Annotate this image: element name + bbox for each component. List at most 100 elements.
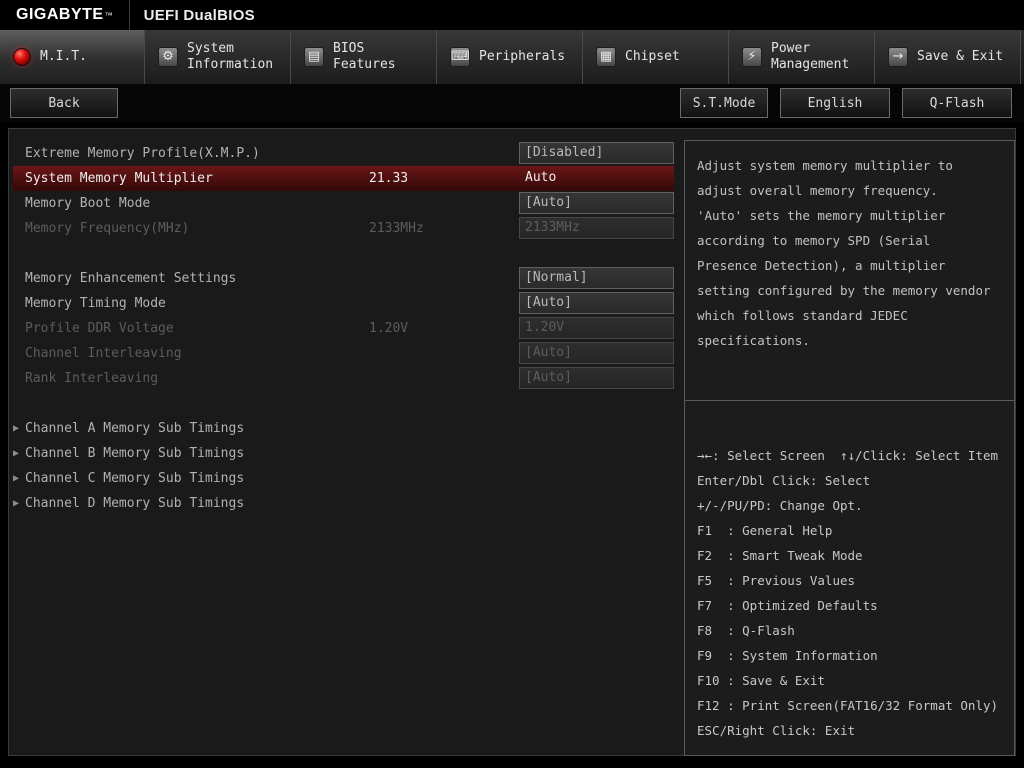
setting-row-rank-interleaving[interactable]: Rank Interleaving [Auto] bbox=[13, 366, 674, 391]
peripherals-icon: ⌨ bbox=[450, 47, 470, 67]
tab-label: Power Management bbox=[771, 41, 850, 72]
setting-row-profile-ddr-voltage[interactable]: Profile DDR Voltage 1.20V 1.20V bbox=[13, 316, 674, 341]
save-exit-icon: → bbox=[888, 47, 908, 67]
setting-label: Memory Timing Mode bbox=[25, 296, 166, 311]
row-spacer bbox=[13, 241, 674, 266]
setting-value-box[interactable]: 2133MHz bbox=[519, 217, 674, 239]
back-button[interactable]: Back bbox=[10, 88, 118, 118]
setting-row-memory-enhancement-settings[interactable]: Memory Enhancement Settings [Normal] bbox=[13, 266, 674, 291]
tab-peripherals[interactable]: ⌨ Peripherals bbox=[437, 30, 583, 84]
submenu-row-channel-c-memory-sub-timings[interactable]: ▶ Channel C Memory Sub Timings bbox=[13, 466, 674, 491]
tab-label: M.I.T. bbox=[40, 49, 87, 64]
toolbar: Back S.T.Mode English Q-Flash bbox=[0, 84, 1024, 122]
shortcut-line: F5 : Previous Values bbox=[697, 573, 856, 588]
submenu-arrow-icon: ▶ bbox=[13, 423, 20, 434]
st-mode-button[interactable]: S.T.Mode bbox=[680, 88, 768, 118]
tab-save-exit[interactable]: → Save & Exit bbox=[875, 30, 1021, 84]
shortcut-line: F1 : General Help bbox=[697, 523, 833, 538]
setting-current-value: 21.33 bbox=[369, 171, 409, 186]
toolbar-right-group: S.T.Mode English Q-Flash bbox=[680, 88, 1012, 118]
shortcut-line: Enter/Dbl Click: Select bbox=[697, 473, 871, 488]
tab-mit[interactable]: M.I.T. bbox=[0, 30, 145, 84]
shortcut-line: →←: Select Screen ↑↓/Click: Select Item bbox=[697, 448, 999, 463]
submenu-row-channel-d-memory-sub-timings[interactable]: ▶ Channel D Memory Sub Timings bbox=[13, 491, 674, 516]
mit-orb-icon bbox=[13, 48, 31, 66]
shortcut-line: F12 : Print Screen(FAT16/32 Format Only) bbox=[697, 698, 999, 713]
submenu-row-channel-b-memory-sub-timings[interactable]: ▶ Channel B Memory Sub Timings bbox=[13, 441, 674, 466]
setting-value-box[interactable]: [Auto] bbox=[519, 192, 674, 214]
shortcut-line: F7 : Optimized Defaults bbox=[697, 598, 878, 613]
setting-value-box[interactable]: 1.20V bbox=[519, 317, 674, 339]
help-text: Adjust system memory multiplier to adjus… bbox=[685, 141, 1014, 401]
shortcut-line: F8 : Q-Flash bbox=[697, 623, 795, 638]
setting-label: Memory Enhancement Settings bbox=[25, 271, 237, 286]
setting-label: Rank Interleaving bbox=[25, 371, 159, 386]
setting-value-wrap: [Auto] bbox=[519, 342, 674, 364]
gigabyte-logo: GIGABYTE bbox=[16, 6, 104, 23]
submenu-arrow-icon: ▶ bbox=[13, 473, 20, 484]
tab-label: System Information bbox=[187, 41, 274, 72]
side-panel: Adjust system memory multiplier to adjus… bbox=[684, 140, 1015, 756]
setting-value-wrap: [Auto] bbox=[519, 292, 674, 314]
setting-label: Memory Boot Mode bbox=[25, 196, 151, 211]
page-title: UEFI DualBIOS bbox=[143, 6, 255, 24]
setting-row-system-memory-multiplier[interactable]: System Memory Multiplier 21.33 Auto bbox=[13, 166, 674, 191]
setting-row-memory-frequency-mhz[interactable]: Memory Frequency(MHz) 2133MHz 2133MHz bbox=[13, 216, 674, 241]
setting-value-wrap: 2133MHz bbox=[519, 217, 674, 239]
setting-label: Extreme Memory Profile(X.M.P.) bbox=[25, 146, 260, 161]
shortcut-line: F9 : System Information bbox=[697, 648, 878, 663]
setting-row-memory-timing-mode[interactable]: Memory Timing Mode [Auto] bbox=[13, 291, 674, 316]
gear-icon: ⚙ bbox=[158, 47, 178, 67]
setting-label: Channel C Memory Sub Timings bbox=[25, 471, 245, 486]
top-bar: GIGABYTE ™ UEFI DualBIOS bbox=[0, 0, 1024, 30]
shortcut-list: →←: Select Screen ↑↓/Click: Select Item E… bbox=[685, 401, 1014, 743]
setting-value-box[interactable]: [Disabled] bbox=[519, 142, 674, 164]
setting-label: Channel Interleaving bbox=[25, 346, 182, 361]
shortcut-line: ESC/Right Click: Exit bbox=[697, 723, 856, 738]
setting-label: Channel A Memory Sub Timings bbox=[25, 421, 245, 436]
tab-bios-features[interactable]: ▤ BIOS Features bbox=[291, 30, 437, 84]
tab-label: Peripherals bbox=[479, 49, 566, 64]
setting-row-memory-boot-mode[interactable]: Memory Boot Mode [Auto] bbox=[13, 191, 674, 216]
submenu-arrow-icon: ▶ bbox=[13, 448, 20, 459]
chipset-icon: ▦ bbox=[596, 47, 616, 67]
setting-value-wrap: [Disabled] bbox=[519, 142, 674, 164]
power-icon: ⚡ bbox=[742, 47, 762, 67]
q-flash-button[interactable]: Q-Flash bbox=[902, 88, 1012, 118]
setting-value-wrap: [Auto] bbox=[519, 367, 674, 389]
trademark-symbol: ™ bbox=[104, 10, 113, 20]
setting-current-value: 2133MHz bbox=[369, 221, 424, 236]
setting-value-box[interactable]: [Normal] bbox=[519, 267, 674, 289]
setting-value-box[interactable]: [Auto] bbox=[519, 342, 674, 364]
submenu-arrow-icon: ▶ bbox=[13, 498, 20, 509]
setting-value-wrap: [Auto] bbox=[519, 192, 674, 214]
submenu-row-channel-a-memory-sub-timings[interactable]: ▶ Channel A Memory Sub Timings bbox=[13, 416, 674, 441]
tab-chipset[interactable]: ▦ Chipset bbox=[583, 30, 729, 84]
setting-value-wrap: Auto bbox=[519, 167, 674, 189]
tab-power-management[interactable]: ⚡ Power Management bbox=[729, 30, 875, 84]
bios-icon: ▤ bbox=[304, 47, 324, 67]
setting-row-extreme-memory-profile-x-m-p[interactable]: Extreme Memory Profile(X.M.P.) [Disabled] bbox=[13, 141, 674, 166]
setting-label: Memory Frequency(MHz) bbox=[25, 221, 190, 236]
setting-value-box[interactable]: [Auto] bbox=[519, 292, 674, 314]
setting-value-box[interactable]: [Auto] bbox=[519, 367, 674, 389]
main-panel: Extreme Memory Profile(X.M.P.) [Disabled]… bbox=[8, 128, 1016, 756]
shortcut-line: +/-/PU/PD: Change Opt. bbox=[697, 498, 863, 513]
language-button[interactable]: English bbox=[780, 88, 890, 118]
row-spacer bbox=[13, 391, 674, 416]
settings-list: Extreme Memory Profile(X.M.P.) [Disabled]… bbox=[13, 141, 674, 516]
setting-label: Channel B Memory Sub Timings bbox=[25, 446, 245, 461]
setting-row-channel-interleaving[interactable]: Channel Interleaving [Auto] bbox=[13, 341, 674, 366]
shortcut-line: F10 : Save & Exit bbox=[697, 673, 825, 688]
setting-label: Channel D Memory Sub Timings bbox=[25, 496, 245, 511]
setting-label: Profile DDR Voltage bbox=[25, 321, 174, 336]
setting-label: System Memory Multiplier bbox=[25, 171, 213, 186]
tab-system-information[interactable]: ⚙ System Information bbox=[145, 30, 291, 84]
setting-current-value: 1.20V bbox=[369, 321, 409, 336]
shortcut-line: F2 : Smart Tweak Mode bbox=[697, 548, 863, 563]
setting-value-box[interactable]: Auto bbox=[519, 167, 674, 189]
tab-bar: M.I.T. ⚙ System Information ▤ BIOS Features ⌨… bbox=[0, 30, 1024, 84]
setting-value-wrap: [Normal] bbox=[519, 267, 674, 289]
setting-value-wrap: 1.20V bbox=[519, 317, 674, 339]
tab-label: BIOS Features bbox=[333, 41, 396, 72]
